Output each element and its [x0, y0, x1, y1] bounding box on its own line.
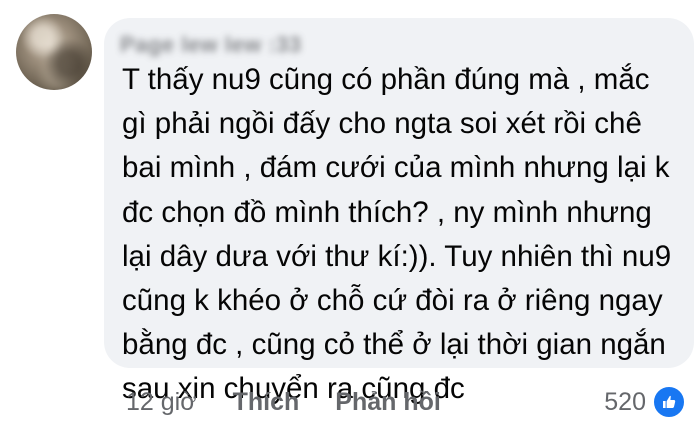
- reaction-count: 520: [604, 387, 646, 416]
- like-icon: [652, 385, 686, 419]
- comment-actions: 12 giờ Thích Phản hồi: [126, 384, 477, 420]
- avatar-image: [16, 14, 92, 90]
- like-button[interactable]: Thích: [233, 388, 300, 417]
- comment-author-name[interactable]: Page lew lew :33: [120, 32, 302, 58]
- reply-button[interactable]: Phản hồi: [335, 388, 441, 417]
- comment-bubble: Page lew lew :33 T thấy nu9 cũng có phần…: [104, 18, 694, 405]
- avatar[interactable]: [16, 14, 92, 90]
- reaction-summary[interactable]: 520: [604, 384, 686, 420]
- comment-text: T thấy nu9 cũng có phần đúng mà , mắc gì…: [122, 63, 672, 406]
- comment-timestamp[interactable]: 12 giờ: [126, 388, 197, 417]
